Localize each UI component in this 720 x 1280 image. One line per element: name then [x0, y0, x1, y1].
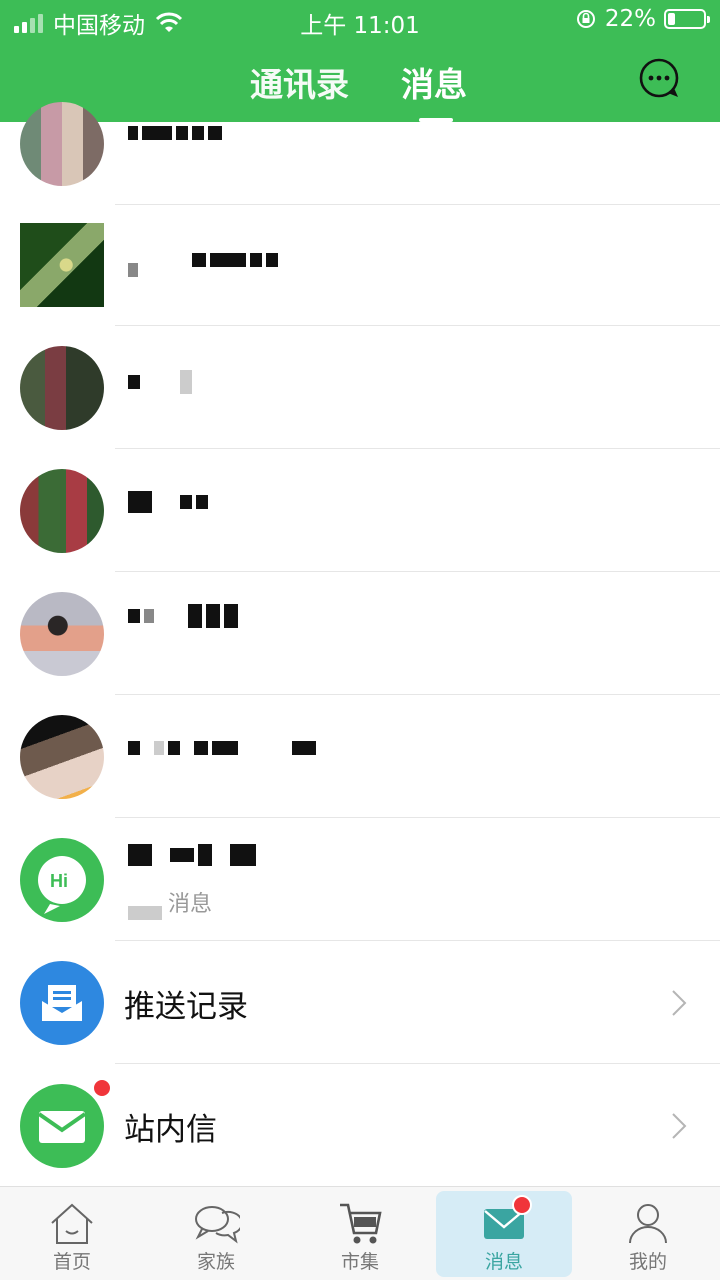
home-icon [51, 1203, 93, 1244]
nav-home[interactable]: 首页 [4, 1187, 140, 1280]
chevron-right-icon [672, 1113, 687, 1139]
avatar [20, 469, 104, 553]
nav-label: 消息 [484, 1251, 523, 1273]
svg-text:Hi: Hi [50, 871, 68, 891]
nav-label: 市集 [340, 1251, 379, 1273]
avatar [20, 223, 104, 307]
avatar [20, 592, 104, 676]
nav-market[interactable]: 市集 [292, 1187, 428, 1280]
rotation-lock-icon [576, 10, 595, 28]
unread-badge [512, 1195, 532, 1215]
conversation-row[interactable] [0, 695, 720, 818]
conversation-row[interactable] [0, 572, 720, 695]
conversation-row[interactable]: Hi 消息 [0, 818, 720, 941]
nav-me[interactable]: 我的 [580, 1187, 716, 1280]
avatar [20, 1084, 104, 1168]
user-icon [629, 1204, 667, 1244]
chat-icon [195, 1206, 240, 1244]
push-records-item[interactable]: 推送记录 [0, 941, 720, 1064]
avatar [20, 102, 104, 186]
bottom-navigation: 首页 家族 市集 消息 我的 [0, 1186, 720, 1280]
unread-badge [92, 1078, 112, 1098]
conversation-row[interactable] [0, 449, 720, 572]
nav-family[interactable]: 家族 [148, 1187, 284, 1280]
avatar [20, 961, 104, 1045]
nav-label: 我的 [628, 1251, 667, 1273]
nav-label: 家族 [196, 1251, 235, 1273]
conversation-preview: 消息 [168, 892, 213, 917]
battery-percent: 22% [604, 6, 656, 32]
conversation-row[interactable] [0, 203, 720, 326]
status-bar: 中国移动 上午 11:01 22% [0, 0, 720, 40]
avatar [20, 346, 104, 430]
site-mail-item[interactable]: 站内信 [0, 1064, 720, 1187]
avatar: Hi [20, 838, 104, 922]
site-mail-label: 站内信 [124, 1112, 217, 1148]
avatar [20, 715, 104, 799]
inbox-icon [42, 985, 82, 1021]
nav-messages[interactable]: 消息 [436, 1191, 572, 1277]
conversation-row[interactable] [0, 326, 720, 449]
conversation-row[interactable] [0, 82, 720, 205]
battery-icon [664, 9, 710, 29]
chevron-right-icon [672, 990, 687, 1016]
envelope-icon [37, 1111, 87, 1143]
cart-icon [340, 1203, 382, 1244]
push-records-label: 推送记录 [124, 989, 248, 1025]
nav-label: 首页 [52, 1251, 91, 1273]
group-chat-icon: Hi [38, 856, 86, 914]
